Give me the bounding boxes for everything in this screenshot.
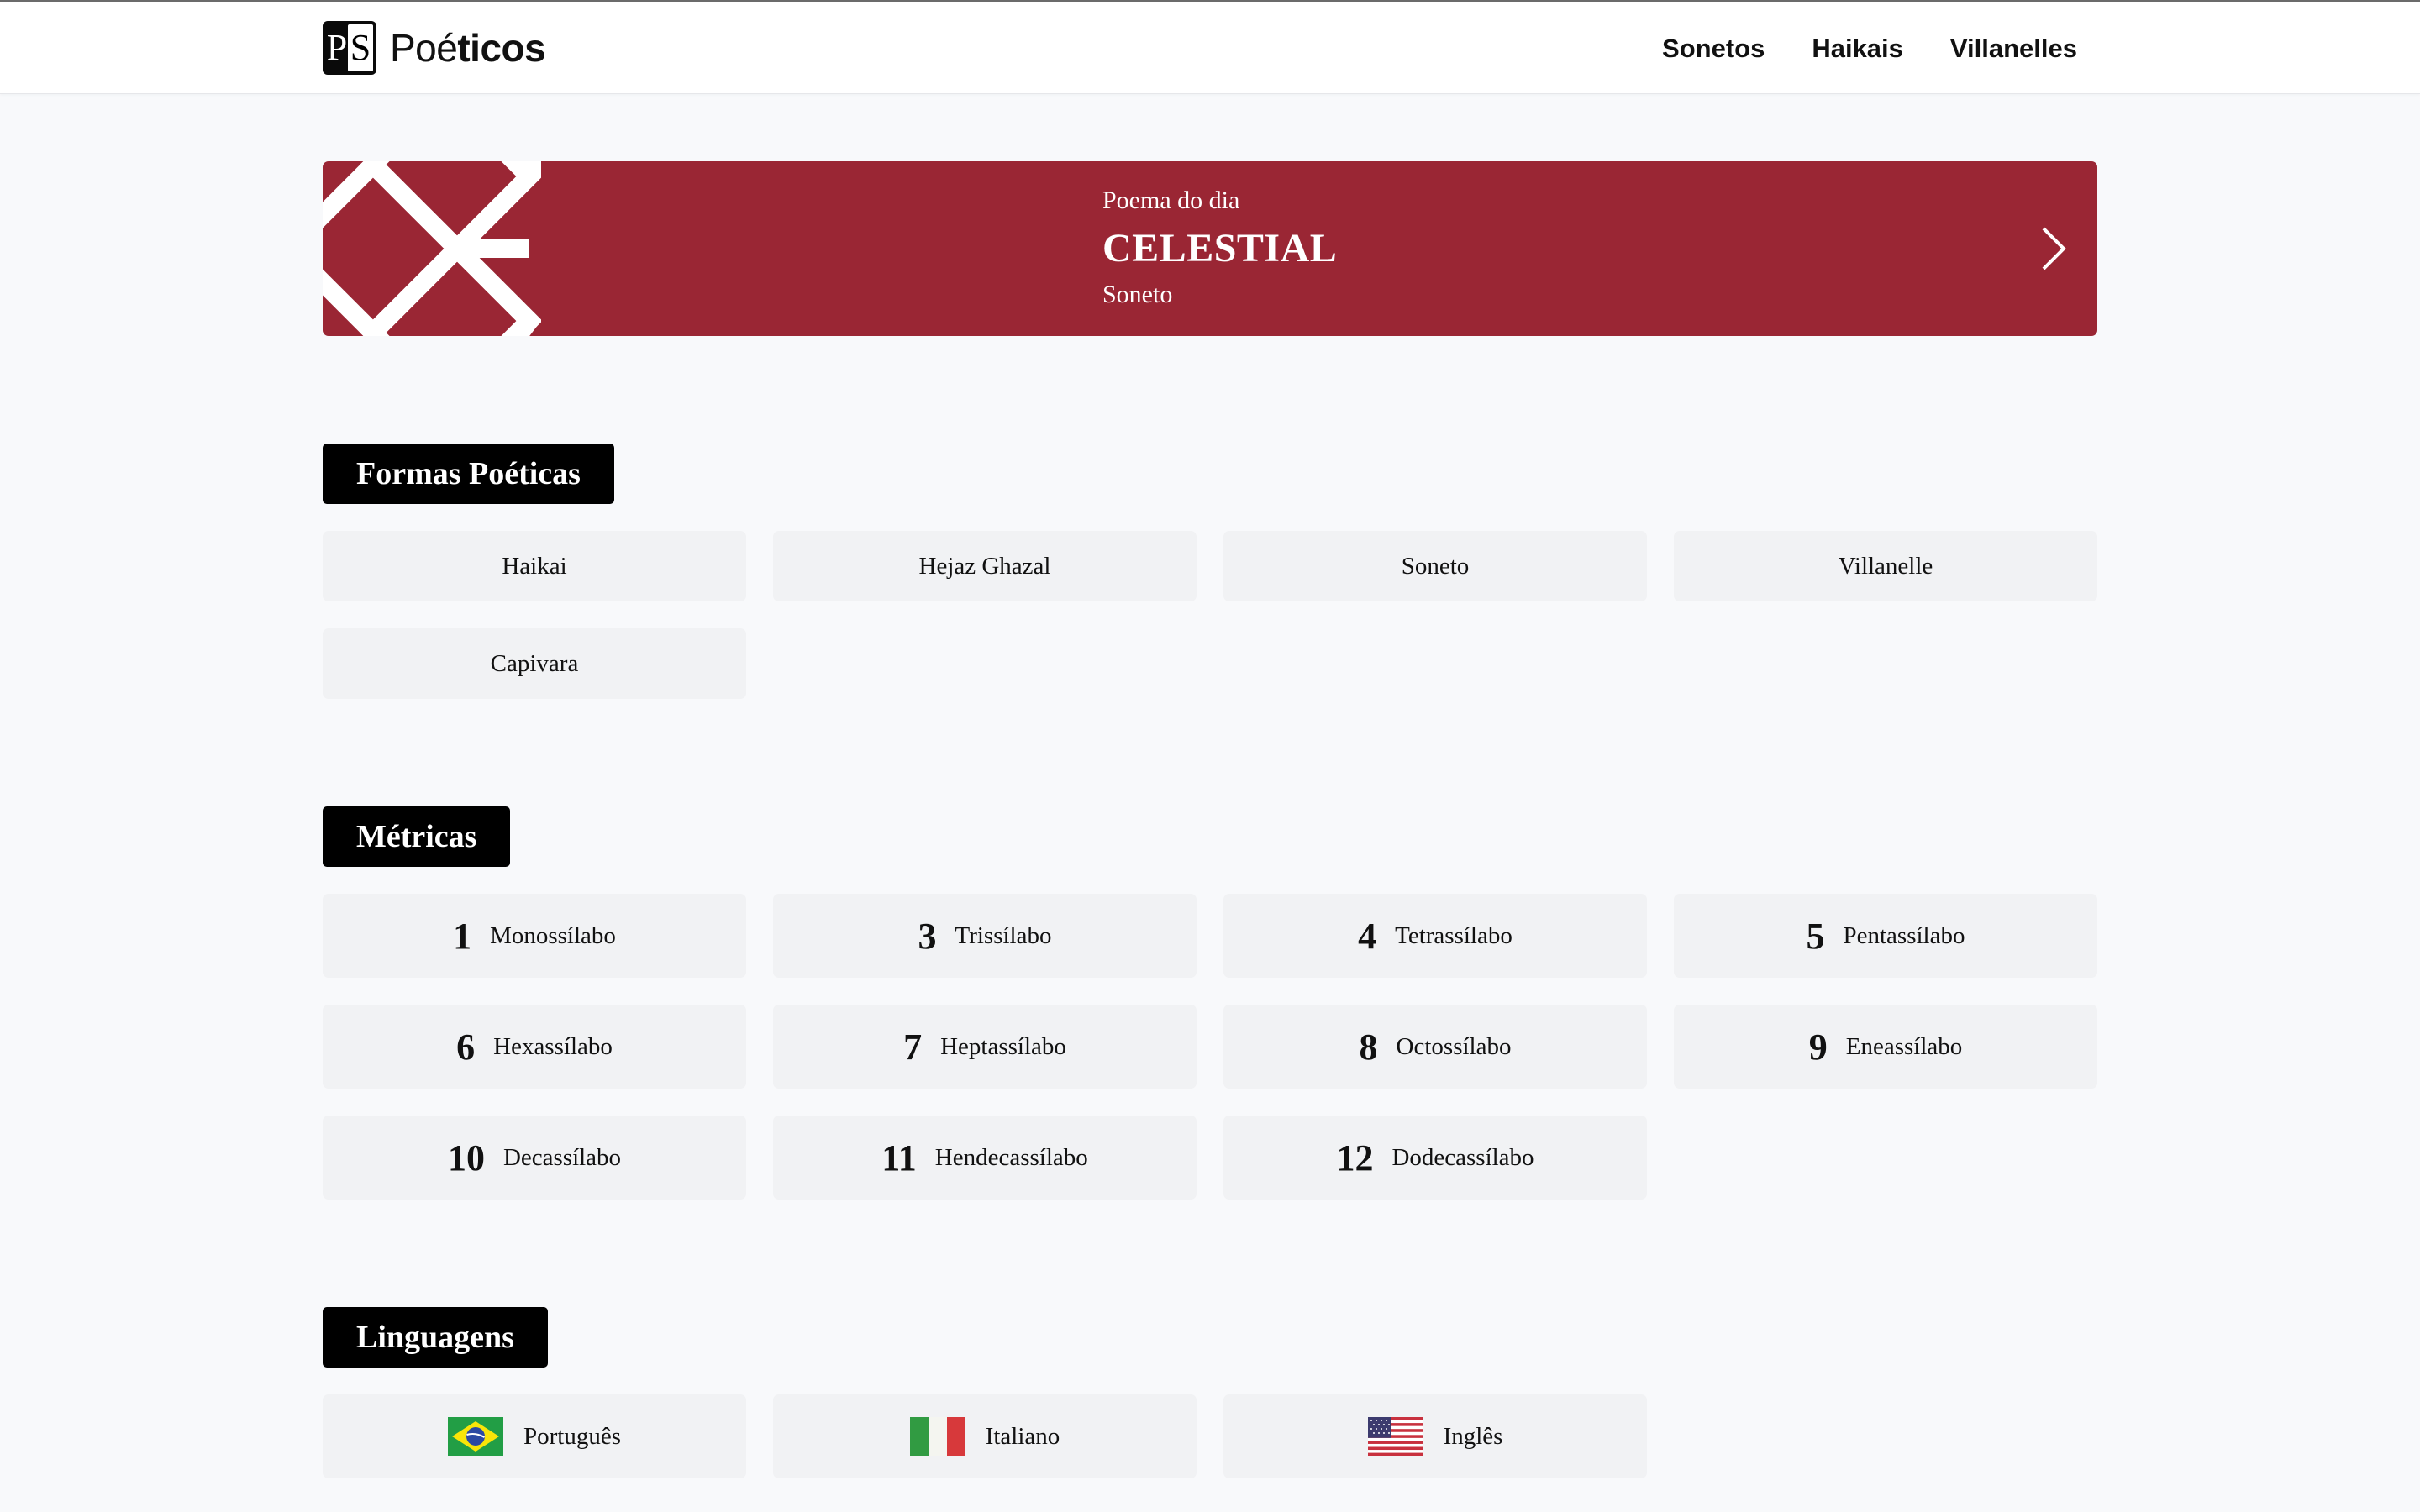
italy-flag-icon [909,1417,965,1456]
logo-letter-s: S [350,27,371,68]
meter-label: Pentassílabo [1843,921,1965,949]
meter-number: 1 [453,915,472,957]
meter-label: Eneassílabo [1845,1032,1963,1060]
meter-number: 4 [1358,915,1377,957]
meter-number: 11 [881,1137,917,1179]
form-card-capivara[interactable]: Capivara [323,628,746,699]
chevron-right-icon[interactable] [2040,225,2067,272]
meter-card-heptassilabo[interactable]: 7 Heptassílabo [773,1005,1197,1089]
banner-kicker: Poema do dia [1102,186,1240,214]
form-label: Haikai [502,552,567,580]
form-label: Hejaz Ghazal [918,552,1051,580]
meter-card-decassilabo[interactable]: 10 Decassílabo [323,1116,746,1200]
form-card-villanelle[interactable]: Villanelle [1674,531,2097,601]
language-label: Português [523,1422,621,1450]
meter-number: 9 [1808,1026,1828,1068]
top-header: P S Poéticos Sonetos Haikais Villanelles [0,0,2420,94]
meter-number: 10 [447,1137,485,1179]
meter-number: 5 [1806,915,1825,957]
logo-mark: P S [323,21,376,75]
meter-label: Hendecassílabo [934,1143,1088,1171]
meter-number: 12 [1336,1137,1374,1179]
language-card-portugues[interactable]: Português [323,1394,746,1478]
meter-card-dodecassilabo[interactable]: 12 Dodecassílabo [1223,1116,1647,1200]
form-card-haikai[interactable]: Haikai [323,531,746,601]
form-label: Soneto [1401,552,1470,580]
meter-label: Decassílabo [502,1143,622,1171]
meter-number: 3 [918,915,937,957]
meter-label: Trissílabo [955,921,1052,949]
meter-card-hexassilabo[interactable]: 6 Hexassílabo [323,1005,746,1089]
main-nav: Sonetos Haikais Villanelles [1662,24,2077,74]
section-title-formas: Formas Poéticas [323,444,614,504]
meter-card-monossilabo[interactable]: 1 Monossílabo [323,894,746,978]
usa-flag-icon [1367,1417,1423,1456]
language-card-ingles[interactable]: Inglês [1223,1394,1647,1478]
meter-number: 7 [903,1026,923,1068]
logo-letter-p: P [326,27,348,68]
form-card-hejaz-ghazal[interactable]: Hejaz Ghazal [773,531,1197,601]
brazil-flag-icon [448,1417,503,1456]
banner-poem-title: CELESTIAL [1102,226,1338,270]
meter-number: 6 [456,1026,476,1068]
meter-label: Octossílabo [1396,1032,1512,1060]
meter-number: 8 [1359,1026,1378,1068]
meter-label: Tetrassílabo [1395,921,1512,949]
meter-label: Heptassílabo [940,1032,1066,1060]
meter-card-eneassilabo[interactable]: 9 Eneassílabo [1674,1005,2097,1089]
meter-label: Hexassílabo [493,1032,613,1060]
banner-poem-form: Soneto [1102,281,1173,308]
form-label: Capivara [490,649,579,677]
nav-link-sonetos[interactable]: Sonetos [1662,24,1765,74]
meter-card-pentassilabo[interactable]: 5 Pentassílabo [1674,894,2097,978]
language-label: Italiano [985,1422,1060,1450]
language-label: Inglês [1443,1422,1503,1450]
form-card-soneto[interactable]: Soneto [1223,531,1647,601]
meter-card-trissilabo[interactable]: 3 Trissílabo [773,894,1197,978]
form-label: Villanelle [1838,552,1933,580]
section-title-metricas: Métricas [323,806,511,867]
brand-name: Poéticos [390,26,546,70]
language-card-italiano[interactable]: Italiano [773,1394,1197,1478]
section-title-linguagens: Linguagens [323,1307,548,1368]
diamond-pattern-icon [323,161,541,336]
meter-card-octossilabo[interactable]: 8 Octossílabo [1223,1005,1647,1089]
meter-label: Monossílabo [490,921,616,949]
nav-link-villanelles[interactable]: Villanelles [1950,24,2077,74]
meter-card-tetrassilabo[interactable]: 4 Tetrassílabo [1223,894,1647,978]
nav-link-haikais[interactable]: Haikais [1812,24,1903,74]
meter-card-hendecassilabo[interactable]: 11 Hendecassílabo [773,1116,1197,1200]
poem-of-the-day-banner[interactable]: Poema do dia CELESTIAL Soneto [323,161,2097,336]
meter-label: Dodecassílabo [1392,1143,1534,1171]
logo[interactable]: P S Poéticos [323,20,546,76]
